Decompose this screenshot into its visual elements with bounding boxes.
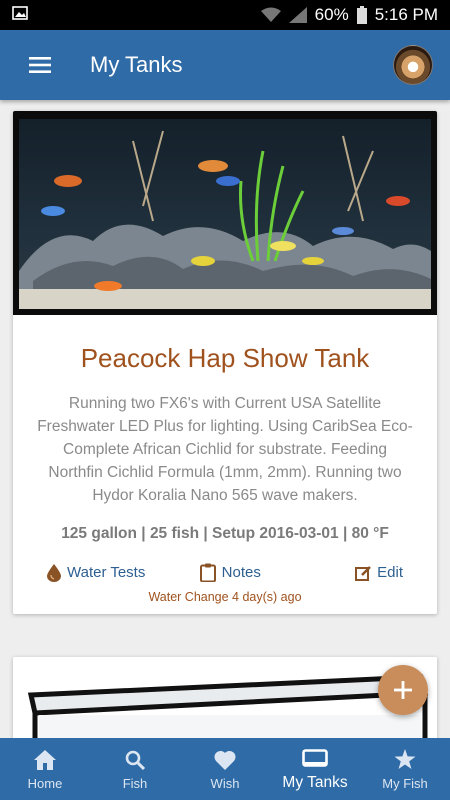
wifi-icon xyxy=(260,7,281,22)
tank-name[interactable]: Peacock Hap Show Tank xyxy=(13,343,437,374)
battery-percent: 60% xyxy=(314,5,349,24)
star-icon xyxy=(394,749,416,769)
bottom-navigation: Home Fish Wish My Tanks My Fish xyxy=(0,738,450,800)
nav-label: My Tanks xyxy=(282,774,348,791)
heart-icon xyxy=(214,750,236,770)
battery-icon xyxy=(356,6,367,24)
avatar[interactable] xyxy=(393,45,433,85)
tank-photo xyxy=(13,111,437,315)
clipboard-icon xyxy=(199,563,216,582)
edit-label: Edit xyxy=(377,564,403,581)
water-tests-button[interactable]: Water Tests xyxy=(47,563,146,582)
add-tank-button[interactable] xyxy=(378,665,428,715)
nav-wish[interactable]: Wish xyxy=(180,738,270,800)
nav-label: Home xyxy=(27,775,63,791)
notes-label: Notes xyxy=(221,564,261,581)
gallery-notification-icon xyxy=(12,6,28,20)
water-tests-label: Water Tests xyxy=(67,564,146,581)
edit-icon xyxy=(355,565,372,581)
page-title: My Tanks xyxy=(90,52,183,77)
nav-fish[interactable]: Fish xyxy=(90,738,180,800)
hamburger-menu-icon xyxy=(29,57,51,73)
tank-actions: Water Tests Notes Edit xyxy=(47,563,403,582)
tank-stats: 125 gallon | 25 fish | Setup 2016-03-01 … xyxy=(61,525,389,542)
notes-button[interactable]: Notes xyxy=(199,563,261,582)
home-icon xyxy=(34,749,56,770)
app-bar: My Tanks xyxy=(0,30,450,100)
nav-label: Wish xyxy=(210,775,240,791)
menu-button[interactable] xyxy=(0,30,80,100)
plus-icon xyxy=(394,681,412,699)
tank-icon xyxy=(302,749,328,767)
nav-label: Fish xyxy=(122,775,148,791)
signal-icon xyxy=(288,7,307,23)
tank-description: Running two FX6's with Current USA Satel… xyxy=(37,395,413,504)
clock: 5:16 PM xyxy=(374,5,438,24)
nav-home[interactable]: Home xyxy=(0,738,90,800)
nav-my-fish[interactable]: My Fish xyxy=(360,738,450,800)
water-change-status: Water Change 4 day(s) ago xyxy=(148,590,302,604)
status-bar: 60% 5:16 PM xyxy=(0,0,450,30)
water-drop-icon xyxy=(47,563,61,582)
tank-card[interactable]: Peacock Hap Show Tank Running two FX6's … xyxy=(13,111,437,614)
nav-label: My Fish xyxy=(382,775,428,791)
nav-my-tanks[interactable]: My Tanks xyxy=(270,738,360,800)
search-icon xyxy=(125,750,145,770)
edit-button[interactable]: Edit xyxy=(355,564,403,581)
